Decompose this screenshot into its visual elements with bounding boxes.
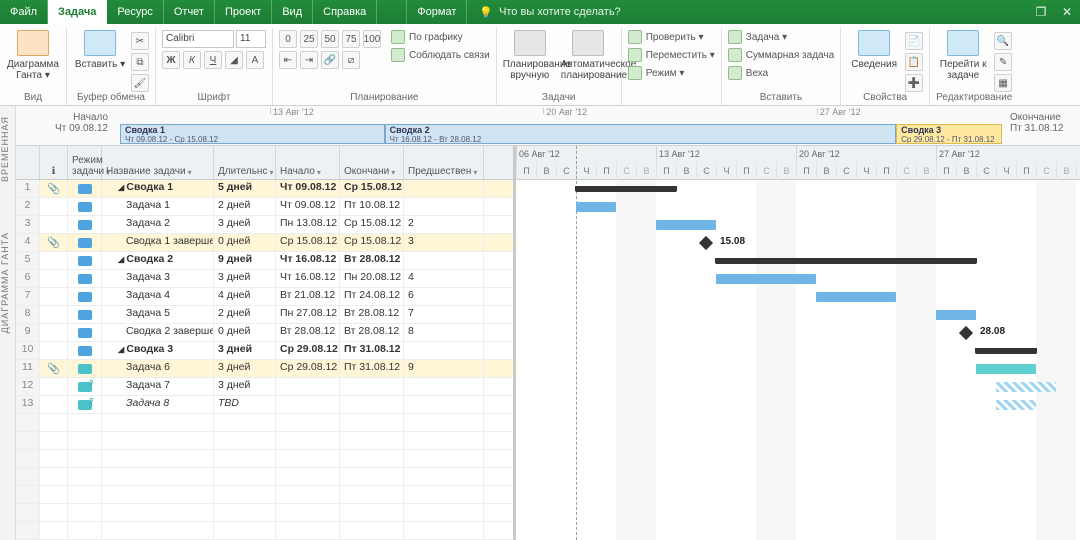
group-properties: Свойства: [847, 92, 923, 105]
timeline-pane[interactable]: НачалоЧт 09.08.12 ОкончаниеПт 31.08.12 1…: [0, 106, 1080, 146]
fill-color-button[interactable]: ◢: [225, 51, 243, 69]
move-button[interactable]: Переместить ▾: [628, 48, 715, 62]
table-row[interactable]: 1📎Сводка 15 днейЧт 09.08.12Ср 15.08.12: [16, 180, 513, 198]
col-finish[interactable]: Окончани▾: [340, 146, 404, 179]
tab-format[interactable]: Формат: [407, 0, 467, 24]
paste-button[interactable]: Вставить ▾: [73, 30, 127, 70]
bold-button[interactable]: Ж: [162, 51, 180, 69]
link-button[interactable]: 🔗: [321, 51, 339, 69]
table-row[interactable]: 4📎Сводка 1 заверше0 днейСр 15.08.12Ср 15…: [16, 234, 513, 252]
inspect-button[interactable]: Проверить ▾: [628, 30, 715, 44]
font-size-select[interactable]: 11: [236, 30, 266, 48]
clear-button[interactable]: ✎: [994, 53, 1012, 71]
tab-view[interactable]: Вид: [272, 0, 313, 24]
group-planning: Планирование: [279, 92, 490, 105]
font-name-select[interactable]: Calibri: [162, 30, 234, 48]
unlink-button[interactable]: ⧄: [342, 51, 360, 69]
tab-project[interactable]: Проект: [215, 0, 272, 24]
underline-button[interactable]: Ч: [204, 51, 222, 69]
task-grid[interactable]: ℹ Режим задачи▾ Название задачи▾ Длитель…: [16, 146, 516, 540]
find-button[interactable]: 🔍: [994, 32, 1012, 50]
view-gantt-button[interactable]: Диаграмма Ганта ▾: [6, 30, 60, 81]
window-close[interactable]: ✕: [1054, 0, 1080, 24]
timeline-end: ОкончаниеПт 31.08.12: [1010, 112, 1080, 134]
pct-50[interactable]: 50: [321, 30, 339, 48]
table-row[interactable]: 9Сводка 2 заверше0 днейВт 28.08.12Вт 28.…: [16, 324, 513, 342]
col-start[interactable]: Начало▾: [276, 146, 340, 179]
manual-schedule-button[interactable]: Планирование вручную: [503, 30, 557, 81]
fill-button[interactable]: ▦: [994, 74, 1012, 92]
info-icon: [858, 30, 890, 56]
mode-button[interactable]: Режим ▾: [628, 66, 715, 80]
col-duration[interactable]: Длительнс▾: [214, 146, 276, 179]
auto-schedule-button[interactable]: Автоматическое планирование: [561, 30, 615, 81]
group-font: Шрифт: [162, 92, 266, 105]
table-row[interactable]: 10Сводка 33 днейСр 29.08.12Пт 31.08.12: [16, 342, 513, 360]
tab-file[interactable]: Файл: [0, 0, 48, 24]
italic-button[interactable]: К: [183, 51, 201, 69]
info-button[interactable]: Сведения: [847, 30, 901, 70]
pct-100[interactable]: 100: [363, 30, 381, 48]
scroll-to-task-button[interactable]: Перейти к задаче: [936, 30, 990, 81]
table-row[interactable]: 13Задача 8TBD: [16, 396, 513, 414]
menu-tabs: Файл Задача Ресурс Отчет Проект Вид Спра…: [0, 0, 1080, 24]
table-row[interactable]: 6Задача 33 днейЧт 16.08.12Пн 20.08.124: [16, 270, 513, 288]
insert-milestone-button[interactable]: Веха: [728, 66, 834, 80]
group-insert: Вставить: [728, 92, 834, 105]
ribbon: Диаграмма Ганта ▾ Вид Вставить ▾✂ ⧉ 🖌Буфер …: [0, 24, 1080, 106]
tab-report[interactable]: Отчет: [164, 0, 215, 24]
table-row[interactable]: 3Задача 23 днейПн 13.08.12Ср 15.08.122: [16, 216, 513, 234]
group-edit: Редактирование: [936, 92, 1012, 105]
tell-me[interactable]: 💡 Что вы хотите сделать?: [467, 0, 632, 24]
pct-25[interactable]: 25: [300, 30, 318, 48]
tab-task[interactable]: Задача: [48, 0, 107, 24]
col-mode[interactable]: Режим задачи▾: [68, 146, 102, 179]
table-row[interactable]: 8Задача 52 днейПн 27.08.12Вт 28.08.127: [16, 306, 513, 324]
tell-me-label: Что вы хотите сделать?: [499, 6, 621, 18]
group-view: Вид: [6, 92, 60, 105]
table-row[interactable]: 2Задача 12 днейЧт 09.08.12Пт 10.08.12: [16, 198, 513, 216]
gantt-chart[interactable]: 06 Авг '1213 Авг '1220 Авг '1227 Авг '12…: [516, 146, 1080, 540]
table-row[interactable]: 12Задача 73 дней: [16, 378, 513, 396]
schedule-icon: [391, 30, 405, 44]
insert-summary-button[interactable]: Суммарная задача: [728, 48, 834, 62]
copy-button[interactable]: ⧉: [131, 53, 149, 71]
insert-task-button[interactable]: Задача ▾: [728, 30, 834, 44]
tab-resource[interactable]: Ресурс: [107, 0, 163, 24]
manual-icon: [514, 30, 546, 56]
col-name[interactable]: Название задачи▾: [102, 146, 214, 179]
paste-icon: [84, 30, 116, 56]
gantt-icon: [17, 30, 49, 56]
table-row[interactable]: 7Задача 44 днейВт 21.08.12Пт 24.08.126: [16, 288, 513, 306]
font-color-button[interactable]: A: [246, 51, 264, 69]
window-restore[interactable]: ❐: [1028, 0, 1054, 24]
auto-icon: [572, 30, 604, 56]
group-clipboard: Буфер обмена: [73, 92, 149, 105]
notes-button[interactable]: 📄: [905, 32, 923, 50]
details-button[interactable]: 📋: [905, 53, 923, 71]
outdent-button[interactable]: ⇤: [279, 51, 297, 69]
pct-75[interactable]: 75: [342, 30, 360, 48]
table-row[interactable]: 5Сводка 29 днейЧт 16.08.12Вт 28.08.12: [16, 252, 513, 270]
vertical-labels: ВРЕМЕННАЯ ДИАГРАММА ГАНТА: [0, 106, 16, 540]
timeline-add-button[interactable]: ➕: [905, 74, 923, 92]
on-schedule[interactable]: По графику: [391, 30, 490, 44]
scroll-icon: [947, 30, 979, 56]
col-info[interactable]: ℹ: [40, 146, 68, 179]
group-inspect: [628, 92, 715, 105]
pct-0[interactable]: 0: [279, 30, 297, 48]
links-icon: [391, 48, 405, 62]
grid-header: ℹ Режим задачи▾ Название задачи▾ Длитель…: [16, 146, 513, 180]
group-tasks: Задачи: [503, 92, 615, 105]
format-painter-button[interactable]: 🖌: [131, 74, 149, 92]
bulb-icon: 💡: [479, 6, 493, 19]
indent-button[interactable]: ⇥: [300, 51, 318, 69]
respect-links[interactable]: Соблюдать связи: [391, 48, 490, 62]
tab-help[interactable]: Справка: [313, 0, 377, 24]
timeline-start: НачалоЧт 09.08.12: [8, 112, 108, 134]
col-pred[interactable]: Предшествен▾: [404, 146, 484, 179]
table-row[interactable]: 11📎Задача 63 днейСр 29.08.12Пт 31.08.129: [16, 360, 513, 378]
cut-button[interactable]: ✂: [131, 32, 149, 50]
tab-spacer: [377, 0, 407, 24]
